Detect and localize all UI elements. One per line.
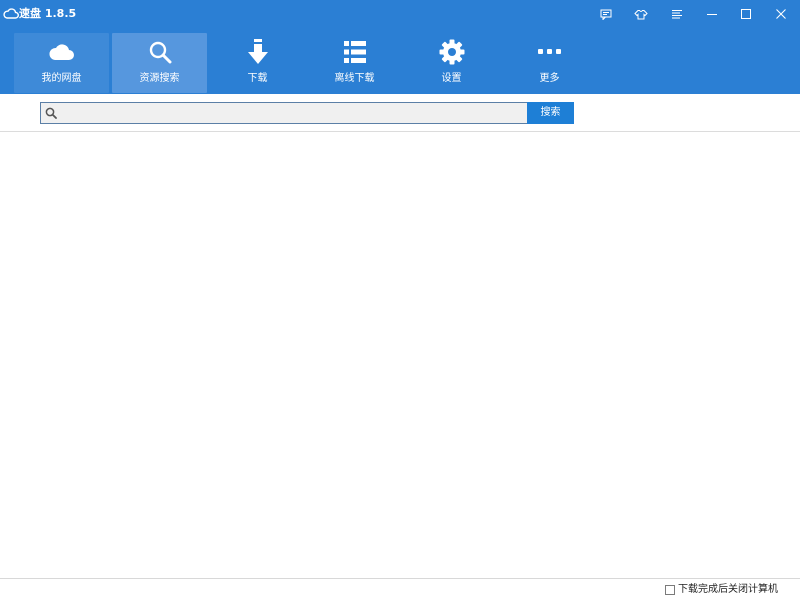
shutdown-checkbox-label[interactable]: 下载完成后关闭计算机 (678, 583, 778, 597)
search-box[interactable] (40, 102, 528, 124)
minimize-icon (707, 14, 717, 15)
nav-label: 设置 (441, 73, 462, 84)
minimize-button[interactable] (702, 4, 722, 24)
app-title: 速盘 1.8.5 (19, 7, 77, 20)
search-field-icon (45, 107, 57, 119)
nav-label: 更多 (539, 73, 560, 84)
nav-more[interactable]: 更多 (502, 33, 597, 93)
maximize-button[interactable] (736, 4, 756, 24)
menu-icon (672, 10, 682, 19)
search-input[interactable] (61, 104, 521, 122)
shutdown-checkbox[interactable] (665, 585, 675, 595)
download-icon (247, 39, 268, 64)
more-icon (537, 49, 561, 54)
feedback-icon (600, 9, 612, 20)
main-menu-button[interactable] (667, 4, 687, 24)
skin-button[interactable] (631, 4, 651, 24)
maximize-icon (741, 9, 751, 19)
nav-resource-search[interactable]: 资源搜索 (112, 33, 207, 93)
search-icon (149, 41, 171, 64)
search-bar: 搜索 (0, 94, 800, 132)
nav-my-disk[interactable]: 我的网盘 (14, 33, 109, 93)
main-toolbar: 我的网盘 资源搜索 下载 离线下载 设置 更多 (0, 28, 800, 94)
close-icon (776, 9, 786, 19)
app-logo-icon (3, 8, 19, 19)
skin-icon (634, 9, 648, 19)
nav-settings[interactable]: 设置 (404, 33, 499, 93)
cloud-icon (48, 44, 74, 60)
search-button[interactable]: 搜索 (527, 102, 574, 124)
nav-label: 我的网盘 (41, 73, 82, 84)
nav-label: 资源搜索 (139, 73, 180, 84)
search-results-area (0, 132, 800, 578)
gear-icon (439, 39, 464, 65)
nav-download[interactable]: 下载 (210, 33, 305, 93)
status-bar: 下载完成后关闭计算机 (0, 578, 800, 600)
nav-offline-download[interactable]: 离线下载 (307, 33, 402, 93)
close-button[interactable] (771, 4, 791, 24)
nav-label: 下载 (247, 73, 268, 84)
nav-label: 离线下载 (334, 73, 375, 84)
list-icon (343, 41, 366, 63)
title-bar: 速盘 1.8.5 (0, 0, 800, 28)
feedback-button[interactable] (596, 4, 616, 24)
